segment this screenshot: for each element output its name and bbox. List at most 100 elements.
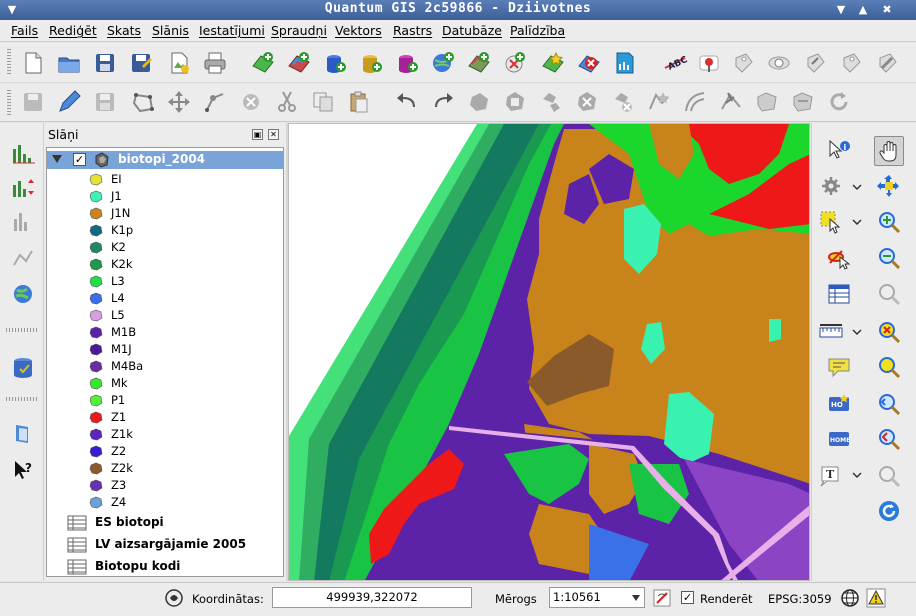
crs-status[interactable]: EPSG:3059 [768, 592, 832, 606]
coordinate-capture-icon[interactable] [164, 588, 184, 608]
menu-view[interactable]: Skats [107, 23, 141, 38]
actions-gear-icon[interactable] [818, 173, 844, 199]
add-vector-layer-button[interactable] [250, 50, 276, 76]
measure-line-button[interactable] [818, 319, 844, 345]
map-tips-button[interactable] [826, 354, 852, 380]
zoom-out-icon[interactable] [876, 245, 902, 271]
map-canvas[interactable] [288, 123, 810, 581]
zoom-in-icon[interactable] [876, 209, 902, 235]
database-icon[interactable] [10, 355, 36, 381]
projection-globe-icon[interactable] [840, 588, 860, 608]
menu-database[interactable]: Datubāze [442, 23, 502, 38]
remove-layer-button[interactable] [576, 50, 602, 76]
menu-file[interactable]: Fails [11, 23, 38, 38]
full-histogram-icon[interactable] [10, 245, 36, 271]
offset-curve-button[interactable] [682, 89, 708, 115]
stretch-histogram-icon[interactable] [10, 175, 36, 201]
paste-features-button[interactable] [346, 89, 372, 115]
warning-icon[interactable] [866, 588, 886, 608]
add-wfs-layer-button[interactable] [502, 50, 528, 76]
pin-labels-button[interactable] [696, 50, 722, 76]
change-label-button[interactable] [838, 50, 864, 76]
node-tool-button[interactable] [202, 89, 228, 115]
simplify-feature-button[interactable] [466, 89, 492, 115]
zoom-to-layer-icon[interactable] [876, 354, 902, 380]
whats-this-icon[interactable]: ? [10, 457, 36, 483]
menu-help[interactable]: Palīdzība [510, 23, 565, 38]
show-hide-labels-button[interactable] [730, 50, 756, 76]
text-annotation-button[interactable]: T [818, 463, 844, 489]
scale-combobox[interactable]: 1:10561 [549, 587, 645, 608]
maximize-icon[interactable]: ▲ [856, 3, 870, 17]
rotate-label-button[interactable] [802, 50, 828, 76]
minimize-icon[interactable]: ▼ [834, 3, 848, 17]
save-as-button[interactable] [128, 50, 154, 76]
layer-visibility-checkbox[interactable]: ✓ [73, 153, 86, 166]
redo-button[interactable] [430, 89, 456, 115]
save-project-button[interactable] [92, 50, 118, 76]
add-mssql-layer-button[interactable] [394, 50, 420, 76]
copy-features-button[interactable] [310, 89, 336, 115]
chevron-down-icon[interactable] [852, 184, 862, 192]
zoom-next-icon[interactable] [876, 426, 902, 452]
menu-edit[interactable]: Rediģēt [49, 23, 97, 38]
menu-layer[interactable]: Slānis [152, 23, 189, 38]
chevron-down-icon[interactable] [852, 329, 862, 337]
undo-button[interactable] [394, 89, 420, 115]
add-spatialite-layer-button[interactable] [358, 50, 384, 76]
globe-icon[interactable] [10, 281, 36, 307]
add-raster-layer-button[interactable] [286, 50, 312, 76]
toolbar-grip[interactable] [6, 328, 38, 332]
coordinates-field[interactable]: 499939,322072 [272, 587, 472, 608]
menu-settings[interactable]: Iestatījumi [199, 23, 265, 38]
toolbar-grip[interactable] [7, 90, 11, 116]
new-gps-layer-button[interactable] [612, 50, 638, 76]
zoom-to-selection-icon[interactable] [876, 319, 902, 345]
chevron-down-icon[interactable] [852, 219, 862, 227]
float-panel-icon[interactable]: ▣ [252, 129, 263, 140]
histogram-icon[interactable] [10, 141, 36, 167]
expand-arrow-icon[interactable] [52, 155, 62, 163]
zoom-actual-size-icon[interactable] [876, 463, 902, 489]
new-project-button[interactable] [20, 50, 46, 76]
current-edits-button[interactable] [20, 89, 46, 115]
open-project-button[interactable] [56, 50, 82, 76]
cut-features-button[interactable] [274, 89, 300, 115]
labeling-button[interactable]: ABC [662, 50, 690, 76]
refresh-icon[interactable] [876, 498, 902, 524]
chevron-down-icon[interactable] [852, 472, 862, 480]
reshape-features-button[interactable] [646, 89, 672, 115]
menu-raster[interactable]: Rastrs [393, 23, 432, 38]
close-panel-icon[interactable]: ✕ [268, 129, 279, 140]
pan-to-selected-button[interactable] [876, 173, 902, 199]
layer-row-biotopi[interactable]: ✓ biotopi_2004 [47, 151, 283, 169]
new-shapefile-layer-button[interactable] [540, 50, 566, 76]
move-feature-button[interactable] [166, 89, 192, 115]
select-features-button[interactable] [818, 209, 844, 235]
add-feature-button[interactable] [130, 89, 156, 115]
add-wcs-layer-button[interactable] [466, 50, 492, 76]
new-print-composer-button[interactable] [166, 50, 192, 76]
delete-ring-button[interactable] [574, 89, 600, 115]
toolbar-grip[interactable] [7, 49, 11, 75]
identify-button[interactable]: i [826, 138, 852, 164]
add-postgis-layer-button[interactable] [322, 50, 348, 76]
deselect-features-button[interactable] [826, 245, 852, 271]
print-button[interactable] [202, 50, 228, 76]
new-bookmark-button[interactable]: HO [826, 391, 852, 417]
move-label-button[interactable] [766, 50, 792, 76]
toolbar-grip[interactable] [6, 397, 38, 401]
merge-attributes-button[interactable] [790, 89, 816, 115]
stop-rendering-icon[interactable] [652, 588, 672, 608]
delete-part-button[interactable] [610, 89, 636, 115]
toggle-editing-button[interactable] [56, 89, 82, 115]
attribute-table-button[interactable] [826, 281, 852, 307]
split-features-button[interactable] [718, 89, 744, 115]
merge-features-button[interactable] [754, 89, 780, 115]
label-properties-button[interactable] [874, 50, 900, 76]
local-histogram-icon[interactable] [10, 209, 36, 235]
menu-plugins[interactable]: Spraudņi [271, 23, 327, 38]
help-book-icon[interactable] [10, 421, 36, 447]
close-icon[interactable]: ✖ [880, 3, 894, 17]
zoom-last-icon[interactable] [876, 391, 902, 417]
